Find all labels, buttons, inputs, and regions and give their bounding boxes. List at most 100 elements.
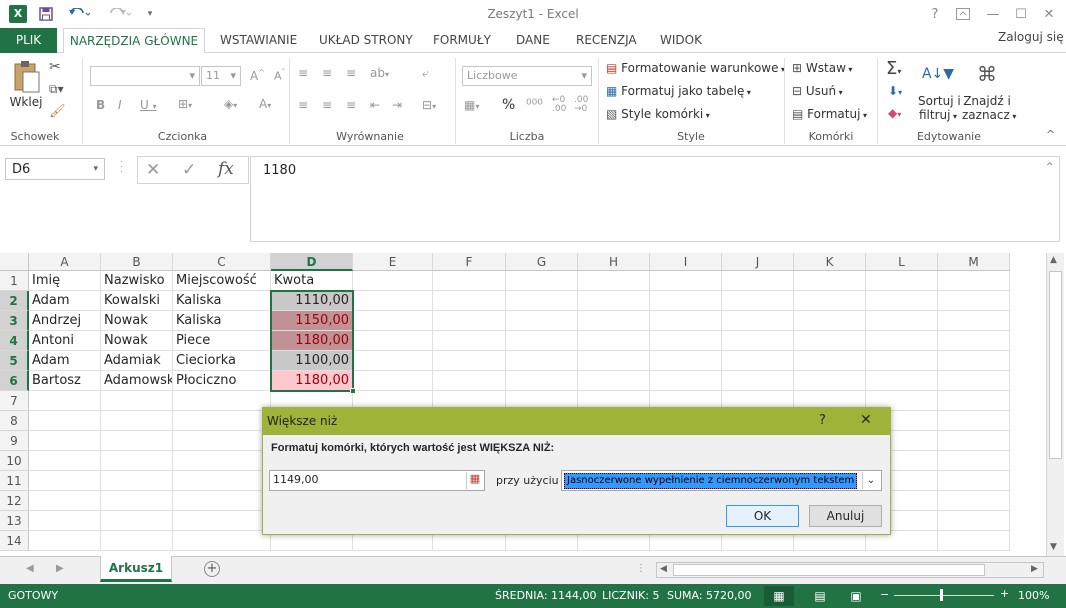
horizontal-scrollbar[interactable]: ◀ ▶ <box>656 562 1044 578</box>
column-header-g[interactable]: G <box>506 253 578 271</box>
next-sheet-icon[interactable]: ▶ <box>56 563 64 574</box>
row-header-7[interactable]: 7 <box>0 391 29 411</box>
cell-a2[interactable]: Adam <box>29 291 101 311</box>
cell-i5[interactable] <box>650 351 722 371</box>
cell-g6[interactable] <box>506 371 578 391</box>
cell-b13[interactable] <box>101 511 173 531</box>
dialog-help-icon[interactable]: ? <box>819 413 826 428</box>
cell-f2[interactable] <box>433 291 506 311</box>
cell-a10[interactable] <box>29 451 101 471</box>
column-header-d[interactable]: D <box>271 253 353 271</box>
cell-a9[interactable] <box>29 431 101 451</box>
tab-page-layout[interactable]: UKŁAD STRONY <box>309 28 423 53</box>
format-as-table-button[interactable]: ▦ Formatuj jako tabelę ▾ <box>606 84 751 98</box>
cell-j3[interactable] <box>722 311 794 331</box>
cell-j2[interactable] <box>722 291 794 311</box>
cancel-entry-icon[interactable]: ✕ <box>146 160 160 180</box>
cell-i3[interactable] <box>650 311 722 331</box>
cell-g2[interactable] <box>506 291 578 311</box>
grow-font-icon[interactable]: A^ <box>250 68 265 83</box>
cell-c11[interactable] <box>173 471 271 491</box>
percent-icon[interactable]: % <box>502 97 515 113</box>
cell-a4[interactable]: Antoni <box>29 331 101 351</box>
align-center-icon[interactable]: ≡ <box>322 98 332 112</box>
cell-f3[interactable] <box>433 311 506 331</box>
maximize-icon[interactable]: ☐ <box>1008 4 1034 24</box>
cancel-button[interactable]: Anuluj <box>809 505 882 527</box>
vertical-scrollbar[interactable]: ▲ ▼ <box>1046 253 1064 556</box>
ok-button[interactable]: OK <box>726 505 799 527</box>
tab-insert[interactable]: WSTAWIANIE <box>210 28 307 53</box>
cell-m8[interactable] <box>938 411 1010 431</box>
delete-cells-button[interactable]: ⊟ Usuń ▾ <box>792 84 843 98</box>
cell-d6[interactable]: 1180,00 <box>271 371 353 391</box>
cell-d2[interactable]: 1110,00 <box>271 291 353 311</box>
merge-center-icon[interactable]: ⊟▾ <box>422 98 436 112</box>
cell-m6[interactable] <box>938 371 1010 391</box>
tab-file[interactable]: PLIK <box>0 28 57 53</box>
paste-button[interactable]: Wklej <box>8 60 44 122</box>
close-icon[interactable]: ✕ <box>1036 4 1062 24</box>
cell-b14[interactable] <box>101 531 173 551</box>
cell-m9[interactable] <box>938 431 1010 451</box>
cell-c8[interactable] <box>173 411 271 431</box>
fill-icon[interactable]: ⬇▾ <box>888 84 902 98</box>
tab-data[interactable]: DANE <box>506 28 560 53</box>
cell-a12[interactable] <box>29 491 101 511</box>
cell-i1[interactable] <box>650 271 722 291</box>
cell-b4[interactable]: Nowak <box>101 331 173 351</box>
cell-m3[interactable] <box>938 311 1010 331</box>
cell-m14[interactable] <box>938 531 1010 551</box>
cell-j4[interactable] <box>722 331 794 351</box>
page-break-view-icon[interactable]: ▣ <box>846 586 866 606</box>
align-bottom-icon[interactable]: ≡ <box>346 66 356 80</box>
increase-indent-icon[interactable]: ⇥ <box>392 98 402 112</box>
add-sheet-icon[interactable]: + <box>204 561 220 577</box>
cell-b9[interactable] <box>101 431 173 451</box>
row-header-12[interactable]: 12 <box>0 491 29 511</box>
cell-g3[interactable] <box>506 311 578 331</box>
row-header-3[interactable]: 3 <box>0 311 29 331</box>
cell-l5[interactable] <box>866 351 938 371</box>
cell-m5[interactable] <box>938 351 1010 371</box>
align-top-icon[interactable]: ≡ <box>298 66 308 80</box>
row-header-11[interactable]: 11 <box>0 471 29 491</box>
select-all-corner[interactable] <box>0 253 29 271</box>
cell-m13[interactable] <box>938 511 1010 531</box>
row-header-14[interactable]: 14 <box>0 531 29 551</box>
cell-c6[interactable]: Płociczno <box>173 371 271 391</box>
format-style-select[interactable]: Jasnoczerwone wypełnienie z ciemnoczerwo… <box>561 470 882 491</box>
cell-c13[interactable] <box>173 511 271 531</box>
format-painter-icon[interactable]: 🖌 <box>49 104 67 120</box>
cell-e2[interactable] <box>353 291 433 311</box>
column-header-i[interactable]: I <box>650 253 722 271</box>
dialog-close-icon[interactable]: ✕ <box>860 412 872 428</box>
cell-f6[interactable] <box>433 371 506 391</box>
cut-icon[interactable]: ✂ <box>49 59 65 75</box>
row-header-2[interactable]: 2 <box>0 291 29 311</box>
cell-m7[interactable] <box>938 391 1010 411</box>
autosum-icon[interactable]: Σ▾ <box>886 58 901 79</box>
cell-a7[interactable] <box>29 391 101 411</box>
column-header-k[interactable]: K <box>794 253 866 271</box>
cell-j5[interactable] <box>722 351 794 371</box>
cell-a8[interactable] <box>29 411 101 431</box>
clear-icon[interactable]: ◆▾ <box>888 106 901 120</box>
cell-h2[interactable] <box>578 291 650 311</box>
cell-h5[interactable] <box>578 351 650 371</box>
align-middle-icon[interactable]: ≡ <box>322 66 332 80</box>
cell-a3[interactable]: Andrzej <box>29 311 101 331</box>
orientation-icon[interactable]: ab▾ <box>370 66 389 80</box>
zoom-slider[interactable] <box>894 589 994 601</box>
cell-m4[interactable] <box>938 331 1010 351</box>
cell-g1[interactable] <box>506 271 578 291</box>
page-layout-view-icon[interactable]: ▤ <box>810 586 830 606</box>
comma-style-icon[interactable]: ⁰⁰⁰ <box>526 97 543 113</box>
cell-i4[interactable] <box>650 331 722 351</box>
column-header-b[interactable]: B <box>101 253 173 271</box>
cell-b5[interactable]: Adamiak <box>101 351 173 371</box>
cell-d3[interactable]: 1150,00 <box>271 311 353 331</box>
cell-c14[interactable] <box>173 531 271 551</box>
cell-m11[interactable] <box>938 471 1010 491</box>
name-box[interactable]: D6 ▾ <box>5 158 105 180</box>
